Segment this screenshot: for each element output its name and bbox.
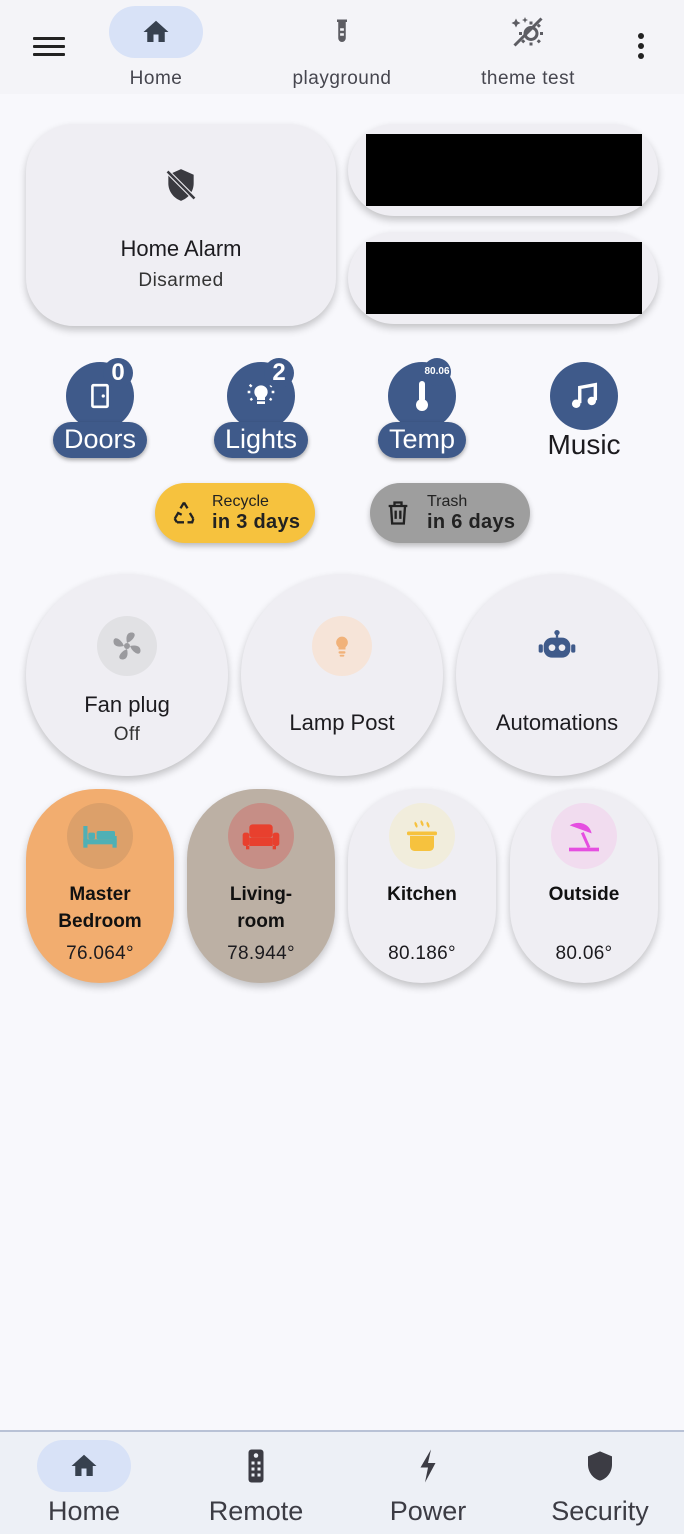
shortcut-temp[interactable]: 80.06 Temp bbox=[367, 358, 477, 468]
room-temp: 76.064° bbox=[66, 943, 134, 964]
home-alarm-card[interactable]: Home Alarm Disarmed bbox=[26, 124, 336, 326]
pot-steam-icon bbox=[407, 820, 437, 851]
room-temp: 80.06° bbox=[555, 943, 613, 964]
room-kitchen[interactable]: Kitchen 80.186° bbox=[348, 789, 496, 983]
bed-icon bbox=[83, 826, 117, 848]
alarm-state: Disarmed bbox=[138, 270, 224, 291]
bottom-navigation: Home Remote Power Security bbox=[0, 1430, 684, 1534]
redaction-block bbox=[366, 134, 642, 206]
trash-title: Trash bbox=[427, 493, 468, 510]
redacted-card[interactable] bbox=[348, 124, 658, 216]
tab-playground-label: playground bbox=[292, 68, 392, 89]
nav-security-label: Security bbox=[551, 1496, 649, 1526]
nav-remote[interactable]: Remote bbox=[170, 1440, 342, 1534]
shortcut-doors[interactable]: 0 Doors bbox=[45, 358, 155, 468]
tab-theme-test-label: theme test bbox=[481, 68, 575, 89]
shortcut-lights[interactable]: 2 Lights bbox=[206, 358, 316, 468]
nav-home-label: Home bbox=[47, 1496, 121, 1526]
trash-when: in 6 days bbox=[427, 511, 516, 533]
robot-icon bbox=[538, 630, 576, 658]
trash-pill[interactable]: Trash in 6 days bbox=[370, 483, 530, 543]
room-name: Living-room bbox=[229, 884, 293, 932]
fan-plug-title: Fan plug bbox=[84, 692, 170, 717]
trash-icon bbox=[388, 501, 408, 525]
fan-plug-state: Off bbox=[113, 724, 141, 745]
room-livingroom[interactable]: Living-room 78.944° bbox=[187, 789, 335, 983]
shield-icon bbox=[588, 1451, 612, 1481]
redacted-card[interactable] bbox=[348, 232, 658, 324]
tab-theme-test[interactable]: theme test bbox=[453, 6, 603, 92]
shield-off-icon bbox=[165, 169, 197, 201]
room-outside[interactable]: Outside 80.06° bbox=[510, 789, 658, 983]
tab-playground[interactable]: playground bbox=[267, 6, 417, 92]
menu-button[interactable] bbox=[30, 30, 70, 64]
recycle-when: in 3 days bbox=[212, 511, 301, 533]
nav-power-label: Power bbox=[389, 1496, 467, 1526]
recycle-icon bbox=[173, 501, 195, 524]
room-name: Master Bedroom bbox=[58, 884, 142, 932]
nav-power[interactable]: Power bbox=[342, 1440, 514, 1534]
theme-weather-icon bbox=[511, 17, 543, 47]
nav-remote-label: Remote bbox=[208, 1496, 304, 1526]
beach-umbrella-icon bbox=[569, 822, 599, 852]
lights-count-badge: 2 bbox=[264, 358, 294, 388]
lights-label: Lights bbox=[213, 422, 309, 458]
top-app-bar: Home playground theme test bbox=[0, 0, 684, 94]
music-label: Music bbox=[547, 429, 621, 460]
room-name: Outside bbox=[548, 884, 620, 905]
recycle-title: Recycle bbox=[212, 493, 269, 510]
lamp-post-title: Lamp Post bbox=[289, 710, 395, 735]
home-icon bbox=[143, 20, 169, 42]
lamp-post-card[interactable]: Lamp Post bbox=[241, 574, 443, 776]
redaction-block bbox=[366, 242, 642, 314]
alarm-title: Home Alarm bbox=[120, 236, 242, 261]
nav-security[interactable]: Security bbox=[514, 1440, 684, 1534]
room-temp: 80.186° bbox=[388, 943, 456, 964]
fan-icon bbox=[113, 632, 141, 660]
flash-icon bbox=[420, 1449, 436, 1483]
music-note-icon bbox=[571, 382, 598, 409]
home-icon bbox=[71, 1454, 97, 1476]
room-name: Kitchen bbox=[387, 884, 457, 905]
tab-home-label: Home bbox=[129, 68, 183, 89]
test-tube-icon bbox=[337, 19, 347, 42]
lightbulb-icon bbox=[336, 636, 348, 657]
shortcut-music[interactable]: Music bbox=[529, 362, 639, 468]
nav-home[interactable]: Home bbox=[0, 1440, 170, 1534]
temp-label: Temp bbox=[377, 422, 467, 458]
automations-card[interactable]: Automations bbox=[456, 574, 658, 776]
temp-value-badge: 80.06 bbox=[423, 358, 451, 386]
doors-count-badge: 0 bbox=[103, 358, 133, 388]
remote-icon bbox=[248, 1449, 264, 1483]
tab-home[interactable]: Home bbox=[81, 6, 231, 92]
fan-plug-card[interactable]: Fan plug Off bbox=[26, 574, 228, 776]
automations-title: Automations bbox=[495, 710, 619, 735]
room-temp: 78.944° bbox=[227, 943, 295, 964]
more-options-button[interactable] bbox=[628, 30, 654, 64]
recycle-pill[interactable]: Recycle in 3 days bbox=[155, 483, 315, 543]
doors-label: Doors bbox=[52, 422, 148, 458]
sofa-icon bbox=[242, 824, 280, 850]
room-master-bedroom[interactable]: Master Bedroom 76.064° bbox=[26, 789, 174, 983]
